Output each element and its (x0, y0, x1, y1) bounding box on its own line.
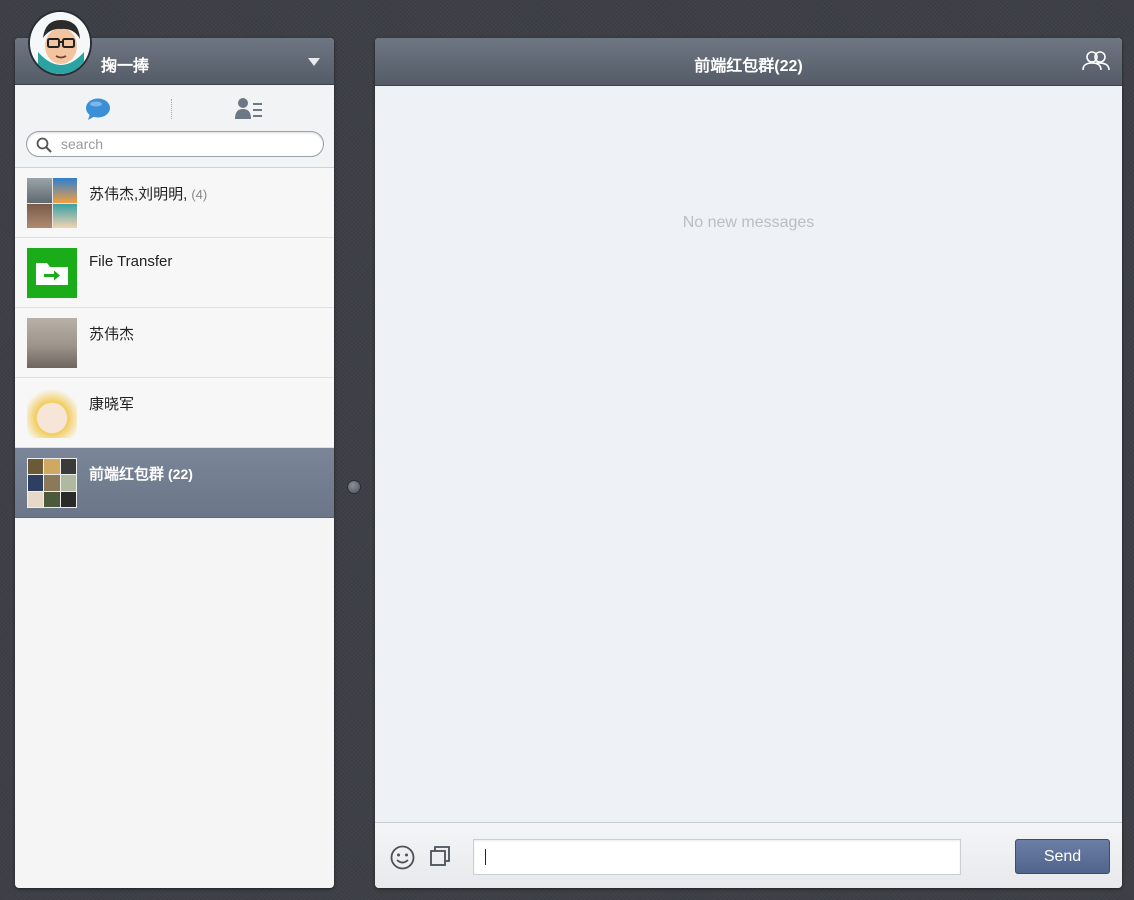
emoji-icon (390, 845, 415, 870)
search-input[interactable] (61, 135, 311, 153)
user-name: 掬一捧 (101, 58, 150, 75)
chat-panel: 前端红包群(22) No new messages Send (375, 38, 1122, 888)
unread-count: (22) (168, 466, 193, 482)
chat-header: 前端红包群(22) (375, 38, 1122, 86)
search-icon (36, 137, 52, 153)
user-avatar-image (30, 12, 90, 74)
group-members-button[interactable] (1082, 50, 1110, 72)
conversation-name: File Transfer (89, 253, 173, 270)
list-item-selected[interactable]: 前端红包群 (22) (15, 448, 334, 518)
contacts-icon (235, 98, 262, 119)
file-transfer-avatar (27, 248, 77, 298)
chat-bubble-icon (86, 98, 110, 120)
search-box (26, 131, 324, 157)
list-item[interactable]: 苏伟杰 (15, 308, 334, 378)
conversation-list: 苏伟杰,刘明明, (4) File Transfer 苏伟杰 康晓军 前端红包群… (15, 168, 334, 518)
text-cursor (485, 849, 486, 865)
send-button[interactable]: Send (1015, 839, 1110, 874)
user-avatar[interactable] (28, 10, 92, 76)
conversation-sidebar: 掬一捧 search 苏伟杰,刘明明, (4) File Transfer 苏伟… (15, 38, 334, 888)
list-item[interactable]: 苏伟杰,刘明明, (4) (15, 168, 334, 238)
conversation-name: 康晓军 (89, 396, 135, 413)
group-avatar (27, 178, 77, 228)
emoji-button[interactable] (390, 845, 415, 870)
chevron-down-icon[interactable] (308, 58, 320, 66)
message-area: No new messages (375, 86, 1122, 822)
folder-arrow-icon (36, 263, 68, 285)
list-item[interactable]: File Transfer (15, 238, 334, 308)
conversation-name: 前端红包群 (22) (89, 466, 193, 483)
screenshot-icon (430, 846, 450, 866)
group-avatar (27, 458, 77, 508)
empty-state-text: No new messages (682, 214, 815, 231)
chat-title: 前端红包群(22) (694, 58, 803, 75)
conversation-name: 苏伟杰,刘明明, (4) (89, 186, 208, 203)
search-bar (15, 127, 334, 168)
conversation-name: 苏伟杰 (89, 326, 135, 343)
sidebar-tabs (15, 85, 334, 127)
tab-chats[interactable] (85, 97, 111, 121)
tab-divider (171, 99, 172, 119)
avatar (27, 388, 77, 438)
group-members-icon (1082, 51, 1110, 71)
tab-contacts[interactable] (235, 97, 263, 121)
screenshot-button[interactable] (429, 845, 452, 868)
list-item[interactable]: 康晓军 (15, 378, 334, 448)
unread-count: (4) (191, 187, 208, 202)
panel-resize-handle[interactable] (347, 480, 361, 494)
avatar (27, 318, 77, 368)
composer-bar: Send (375, 822, 1122, 888)
message-input[interactable] (473, 839, 961, 875)
